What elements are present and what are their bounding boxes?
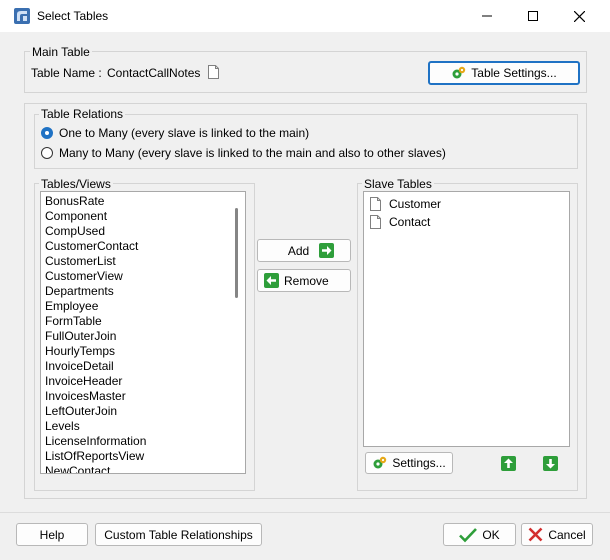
list-item[interactable]: InvoiceDetail [41,359,245,374]
minimize-button[interactable] [464,0,510,32]
slave-item-label: Contact [389,215,431,229]
custom-table-relationships-label: Custom Table Relationships [104,527,253,542]
document-icon [208,65,219,82]
list-item[interactable]: Levels [41,419,245,434]
slave-tables-legend: Slave Tables [362,177,434,191]
add-label: Add [287,243,310,258]
add-button[interactable]: Add [257,239,351,262]
table-name-value: ContactCallNotes [107,66,201,80]
list-item[interactable]: CustomerContact [41,239,245,254]
maximize-button[interactable] [510,0,556,32]
radio-unselected-indicator [41,147,53,159]
maximize-icon [528,11,538,21]
list-item[interactable]: CustomerView [41,269,245,284]
checkmark-icon [459,527,478,543]
minimize-icon [482,15,492,17]
tables-views-legend: Tables/Views [39,177,113,191]
list-item[interactable]: ListOfReportsView [41,449,245,464]
list-item[interactable]: Contact [364,213,569,231]
move-up-button[interactable] [501,456,516,474]
list-item[interactable]: Employee [41,299,245,314]
list-item[interactable]: InvoiceHeader [41,374,245,389]
list-item[interactable]: LicenseInformation [41,434,245,449]
remove-label: Remove [284,273,329,288]
arrow-right-icon [319,243,335,258]
table-name-label: Table Name : [31,66,102,80]
list-item[interactable]: BonusRate [41,194,245,209]
radio-many-to-many[interactable]: Many to Many (every slave is linked to t… [41,146,446,160]
list-item[interactable]: InvoicesMaster [41,389,245,404]
app-icon [14,8,30,24]
arrow-up-icon [501,456,516,471]
close-button[interactable] [556,0,602,32]
list-item[interactable]: Customer [364,195,569,213]
list-item[interactable]: FullOuterJoin [41,329,245,344]
table-relations-group [34,114,578,169]
arrow-left-icon [264,273,279,288]
help-button[interactable]: Help [16,523,88,546]
ok-label: OK [482,527,500,542]
help-label: Help [39,527,65,542]
slave-item-label: Customer [389,197,442,211]
list-item[interactable]: Component [41,209,245,224]
arrow-down-icon [543,456,558,471]
close-icon [573,10,585,22]
radio-one-to-many[interactable]: One to Many (every slave is linked to th… [41,126,309,140]
radio-selected-indicator [41,127,53,139]
list-item[interactable]: HourlyTemps [41,344,245,359]
document-icon [370,197,381,211]
table-relations-legend: Table Relations [39,107,126,121]
custom-table-relationships-button[interactable]: Custom Table Relationships [95,523,262,546]
gears-icon [451,65,467,81]
cross-icon [528,527,543,542]
footer-divider [0,512,610,513]
main-table-legend: Main Table [30,45,92,59]
list-item[interactable]: LeftOuterJoin [41,404,245,419]
list-scrollbar-thumb[interactable] [235,208,238,298]
gears-icon [372,455,388,471]
document-icon [370,215,381,229]
table-settings-button[interactable]: Table Settings... [428,61,580,85]
window-title: Select Tables [37,9,109,23]
remove-button[interactable]: Remove [257,269,351,292]
move-down-button[interactable] [543,456,558,474]
tables-views-list[interactable]: BonusRate Component CompUsed CustomerCon… [40,191,246,474]
table-settings-label: Table Settings... [471,66,557,80]
radio-one-to-many-label: One to Many (every slave is linked to th… [59,126,310,140]
slave-settings-label: Settings... [392,456,446,470]
list-item[interactable]: CompUsed [41,224,245,239]
list-item[interactable]: FormTable [41,314,245,329]
cancel-button[interactable]: Cancel [521,523,593,546]
list-item[interactable]: Departments [41,284,245,299]
ok-button[interactable]: OK [443,523,516,546]
radio-many-to-many-label: Many to Many (every slave is linked to t… [59,146,446,160]
cancel-label: Cancel [548,527,586,542]
list-item[interactable]: NewContact [41,464,245,473]
slave-tables-list[interactable]: Customer Contact [363,191,570,447]
slave-settings-button[interactable]: Settings... [365,452,453,474]
list-item[interactable]: CustomerList [41,254,245,269]
